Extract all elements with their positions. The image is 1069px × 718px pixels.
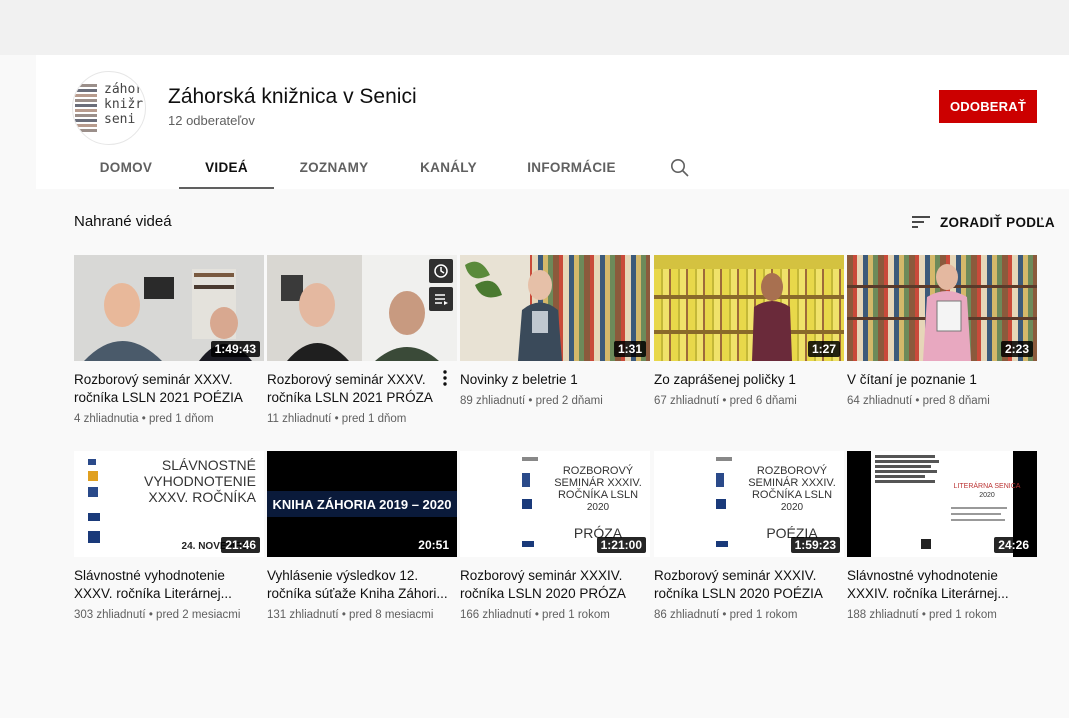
thumb-text: ROČNÍKA LSLN — [558, 488, 638, 501]
video-meta: 89 zhliadnutí • pred 2 dňami — [460, 395, 603, 407]
video-title[interactable]: Vyhlásenie výsledkov 12. ročníka súťaže … — [267, 567, 457, 603]
tab-videos[interactable]: VIDEÁ — [179, 152, 274, 189]
logo-text: záhor knižr seni — [104, 82, 144, 127]
upload-age: pred 8 dňami — [922, 395, 990, 407]
video-meta: 131 zhliadnutí • pred 8 mesiacmi — [267, 609, 434, 621]
channel-title: Záhorská knižnica v Senici — [168, 85, 417, 108]
video-meta: 188 zhliadnutí • pred 1 rokom — [847, 609, 997, 621]
video-thumbnail[interactable]: ROZBOROVÝ SEMINÁR XXXIV. ROČNÍKA LSLN 20… — [460, 451, 650, 557]
video-thumbnail[interactable]: LITERÁRNA SENICA 2020 24:26 — [847, 451, 1037, 557]
view-count: 4 zhliadnutia — [74, 413, 139, 425]
sort-label: ZORADIŤ PODĽA — [940, 214, 1055, 230]
video-meta: 67 zhliadnutí • pred 6 dňami — [654, 395, 797, 407]
thumb-text: XXXV. ROČNÍKA — [148, 489, 256, 505]
channel-avatar[interactable]: záhor knižr seni — [72, 71, 146, 145]
watch-later-icon[interactable] — [429, 259, 453, 283]
thumb-text: ROZBOROVÝ — [563, 464, 634, 477]
thumb-text: 2020 — [979, 492, 995, 499]
upload-age: pred 1 rokom — [729, 609, 798, 621]
video-duration: 1:27 — [807, 341, 840, 357]
upload-age: pred 1 rokom — [542, 609, 610, 621]
thumb-text: SEMINÁR XXXIV. — [748, 476, 836, 489]
video-title[interactable]: Rozborový seminár XXXIV. ročníka LSLN 20… — [654, 567, 844, 603]
video-thumbnail[interactable]: ROZBOROVÝ SEMINÁR XXXIV. ROČNÍKA LSLN 20… — [654, 451, 844, 557]
tab-home[interactable]: DOMOV — [86, 152, 166, 189]
video-meta: 4 zhliadnutia • pred 1 dňom — [74, 413, 214, 425]
thumb-text: SEMINÁR XXXIV. — [554, 476, 642, 489]
upload-age: pred 1 rokom — [929, 609, 997, 621]
upload-age: pred 8 mesiacmi — [349, 609, 434, 621]
more-actions-icon[interactable] — [437, 369, 453, 387]
video-duration: 20:51 — [414, 537, 453, 553]
thumb-text: 2020 — [587, 502, 610, 513]
video-title[interactable]: Rozborový seminár XXXV. ročníka LSLN 202… — [74, 371, 264, 407]
view-count: 166 zhliadnutí — [460, 609, 532, 621]
logo-stripes — [75, 84, 97, 132]
sort-icon — [912, 216, 930, 228]
top-strip — [0, 0, 1069, 55]
video-meta: 64 zhliadnutí • pred 8 dňami — [847, 395, 990, 407]
subscribe-button[interactable]: ODOBERAŤ — [939, 90, 1037, 123]
hover-actions — [429, 259, 453, 315]
view-count: 11 zhliadnutí — [267, 413, 332, 425]
video-meta: 303 zhliadnutí • pred 2 mesiacmi — [74, 609, 241, 621]
video-meta: 11 zhliadnutí • pred 1 dňom — [267, 413, 407, 425]
video-duration: 24:26 — [994, 537, 1033, 553]
tab-channels[interactable]: KANÁLY — [406, 152, 491, 189]
view-count: 86 zhliadnutí — [654, 609, 720, 621]
video-title[interactable]: Slávnostné vyhodnotenie XXXIV. ročníka L… — [847, 567, 1037, 603]
thumb-text: LITERÁRNA SENICA — [954, 481, 1021, 490]
video-duration: 1:31 — [613, 341, 646, 357]
video-thumbnail[interactable]: 2:23 — [847, 255, 1037, 361]
sort-button[interactable]: ZORADIŤ PODĽA — [911, 212, 1055, 232]
view-count: 64 zhliadnutí — [847, 395, 913, 407]
tab-playlists[interactable]: ZOZNAMY — [288, 152, 380, 189]
thumb-text: 2020 — [781, 502, 804, 513]
thumb-text: VYHODNOTENIE — [144, 473, 256, 489]
tab-about[interactable]: INFORMÁCIE — [514, 152, 629, 189]
video-duration: 2:23 — [1000, 341, 1033, 357]
view-count: 67 zhliadnutí — [654, 395, 720, 407]
video-duration: 1:59:23 — [790, 537, 840, 553]
search-icon[interactable] — [669, 157, 691, 179]
video-thumbnail[interactable]: 1:31 — [460, 255, 650, 361]
thumb-text: SLÁVNOSTNÉ — [162, 457, 256, 473]
video-title[interactable]: Rozborový seminár XXXV. ročníka LSLN 202… — [267, 371, 435, 407]
video-meta: 86 zhliadnutí • pred 1 rokom — [654, 609, 798, 621]
view-count: 188 zhliadnutí — [847, 609, 919, 621]
upload-age: pred 1 dňom — [149, 413, 214, 425]
video-thumbnail[interactable]: SLÁVNOSTNÉ VYHODNOTENIE XXXV. ROČNÍKA 24… — [74, 451, 264, 557]
view-count: 131 zhliadnutí — [267, 609, 339, 621]
add-to-queue-icon[interactable] — [429, 287, 453, 311]
upload-age: pred 6 dňami — [729, 395, 797, 407]
view-count: 303 zhliadnutí — [74, 609, 146, 621]
upload-age: pred 2 mesiacmi — [156, 609, 241, 621]
view-count: 89 zhliadnutí — [460, 395, 526, 407]
video-duration: 1:49:43 — [210, 341, 260, 357]
video-meta: 166 zhliadnutí • pred 1 rokom — [460, 609, 610, 621]
video-thumbnail[interactable]: KNIHA ZÁHORIA 2019 – 2020 20:51 — [267, 451, 457, 557]
video-duration: 1:21:00 — [596, 537, 646, 553]
video-thumbnail[interactable]: 1:27 — [654, 255, 844, 361]
subscriber-count: 12 odberateľov — [168, 113, 255, 128]
thumb-text: KNIHA ZÁHORIA 2019 – 2020 — [273, 497, 452, 512]
video-thumbnail[interactable]: 1:49:43 — [74, 255, 264, 361]
video-title[interactable]: Rozborový seminár XXXIV. ročníka LSLN 20… — [460, 567, 650, 603]
thumb-text: ROZBOROVÝ — [757, 464, 828, 477]
video-title[interactable]: Slávnostné vyhodnotenie XXXV. ročníka Li… — [74, 567, 264, 603]
upload-age: pred 2 dňami — [535, 395, 603, 407]
channel-tabs: DOMOV VIDEÁ ZOZNAMY KANÁLY INFORMÁCIE — [36, 152, 736, 189]
upload-age: pred 1 dňom — [341, 413, 407, 425]
section-title: Nahrané videá — [74, 213, 172, 230]
thumb-text: ROČNÍKA LSLN — [752, 488, 832, 501]
video-thumbnail[interactable] — [267, 255, 457, 361]
video-duration: 21:46 — [221, 537, 260, 553]
